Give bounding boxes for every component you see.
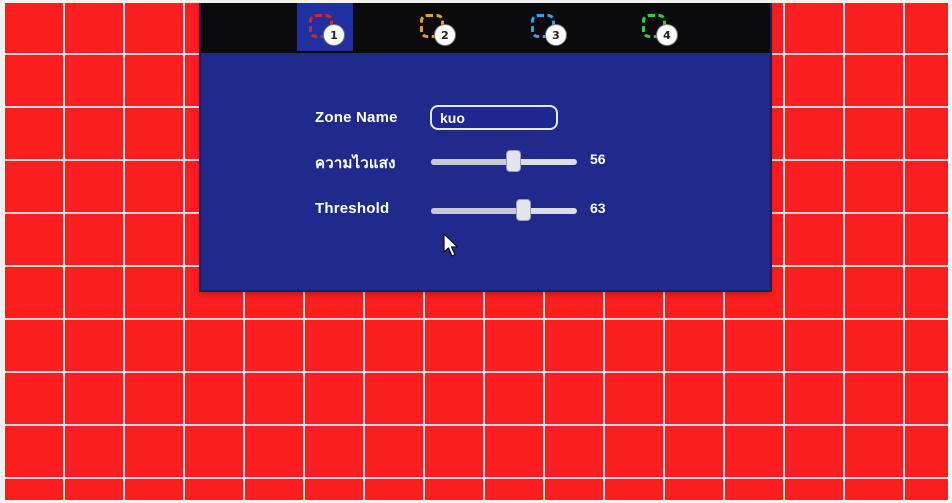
sensitivity-slider-fill: [431, 159, 513, 165]
zone-2-number: 2: [435, 25, 455, 45]
zone-name-label: Zone Name: [315, 109, 398, 126]
threshold-slider[interactable]: [431, 200, 577, 220]
sensitivity-slider-handle[interactable]: [506, 151, 520, 171]
threshold-value: 63: [590, 200, 606, 216]
zone-name-input[interactable]: kuo: [430, 105, 558, 130]
threshold-label: Threshold: [315, 200, 390, 217]
zone-tab-4[interactable]: 4: [630, 3, 686, 51]
zone-tab-bar: 1 2 3 4: [201, 3, 770, 53]
sensitivity-value: 56: [590, 151, 606, 167]
sensitivity-row: ความไวแสง 56: [201, 147, 770, 177]
sensitivity-label: ความไวแสง: [315, 155, 396, 172]
zone-name-row: Zone Name kuo: [201, 105, 770, 135]
zone-tab-3[interactable]: 3: [519, 3, 575, 51]
motion-detection-grid[interactable]: 1 2 3 4 Zone Name kuo ความไวแสง 56 Thres…: [5, 3, 948, 500]
zone-tab-2[interactable]: 2: [408, 3, 464, 51]
zone-tab-1[interactable]: 1: [297, 3, 353, 51]
zone-4-number: 4: [657, 25, 677, 45]
threshold-row: Threshold 63: [201, 196, 770, 226]
mouse-pointer-icon: [443, 233, 459, 257]
threshold-slider-handle[interactable]: [516, 200, 530, 220]
threshold-slider-fill: [431, 208, 523, 214]
sensitivity-slider[interactable]: [431, 151, 577, 171]
motion-zone-settings-panel: 1 2 3 4 Zone Name kuo ความไวแสง 56 Thres…: [201, 3, 770, 290]
zone-1-number: 1: [324, 25, 344, 45]
zone-3-number: 3: [546, 25, 566, 45]
